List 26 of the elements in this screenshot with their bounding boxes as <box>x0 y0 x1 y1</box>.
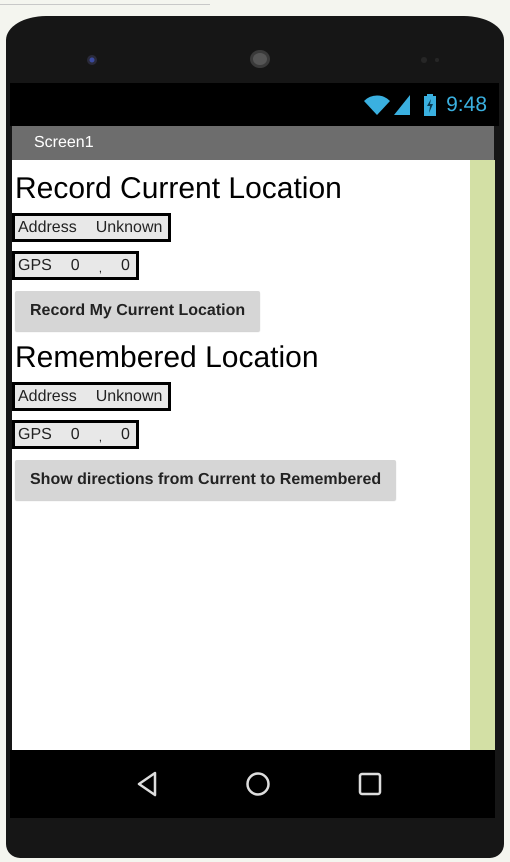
separator: , <box>98 430 102 444</box>
battery-icon <box>424 94 436 116</box>
address-value: Unknown <box>96 219 162 237</box>
back-icon[interactable] <box>136 771 158 797</box>
signal-icon <box>394 94 410 114</box>
action-button[interactable]: Show directions from Current to Remembered <box>15 460 396 500</box>
latitude-value: 0 <box>70 426 80 444</box>
section-heading: Record Current Location <box>15 172 342 206</box>
gps-label: GPS <box>18 426 52 444</box>
gps-label: GPS <box>18 257 52 275</box>
address-value: Unknown <box>96 388 162 406</box>
clock-time: 9:48 <box>446 92 487 116</box>
recents-icon[interactable] <box>358 772 382 796</box>
separator: , <box>98 261 102 275</box>
longitude-value: 0 <box>121 426 130 444</box>
address-label: Address <box>18 388 77 406</box>
camera-icon <box>86 54 98 66</box>
section-heading: Remembered Location <box>15 341 319 375</box>
wifi-icon <box>364 94 390 114</box>
action-button[interactable]: Record My Current Location <box>15 291 260 331</box>
speaker-icon <box>249 49 271 69</box>
home-icon[interactable] <box>244 771 270 797</box>
screen-title: Screen1 <box>34 134 94 152</box>
address-label: Address <box>18 219 77 237</box>
longitude-value: 0 <box>121 257 130 275</box>
latitude-value: 0 <box>70 257 80 275</box>
